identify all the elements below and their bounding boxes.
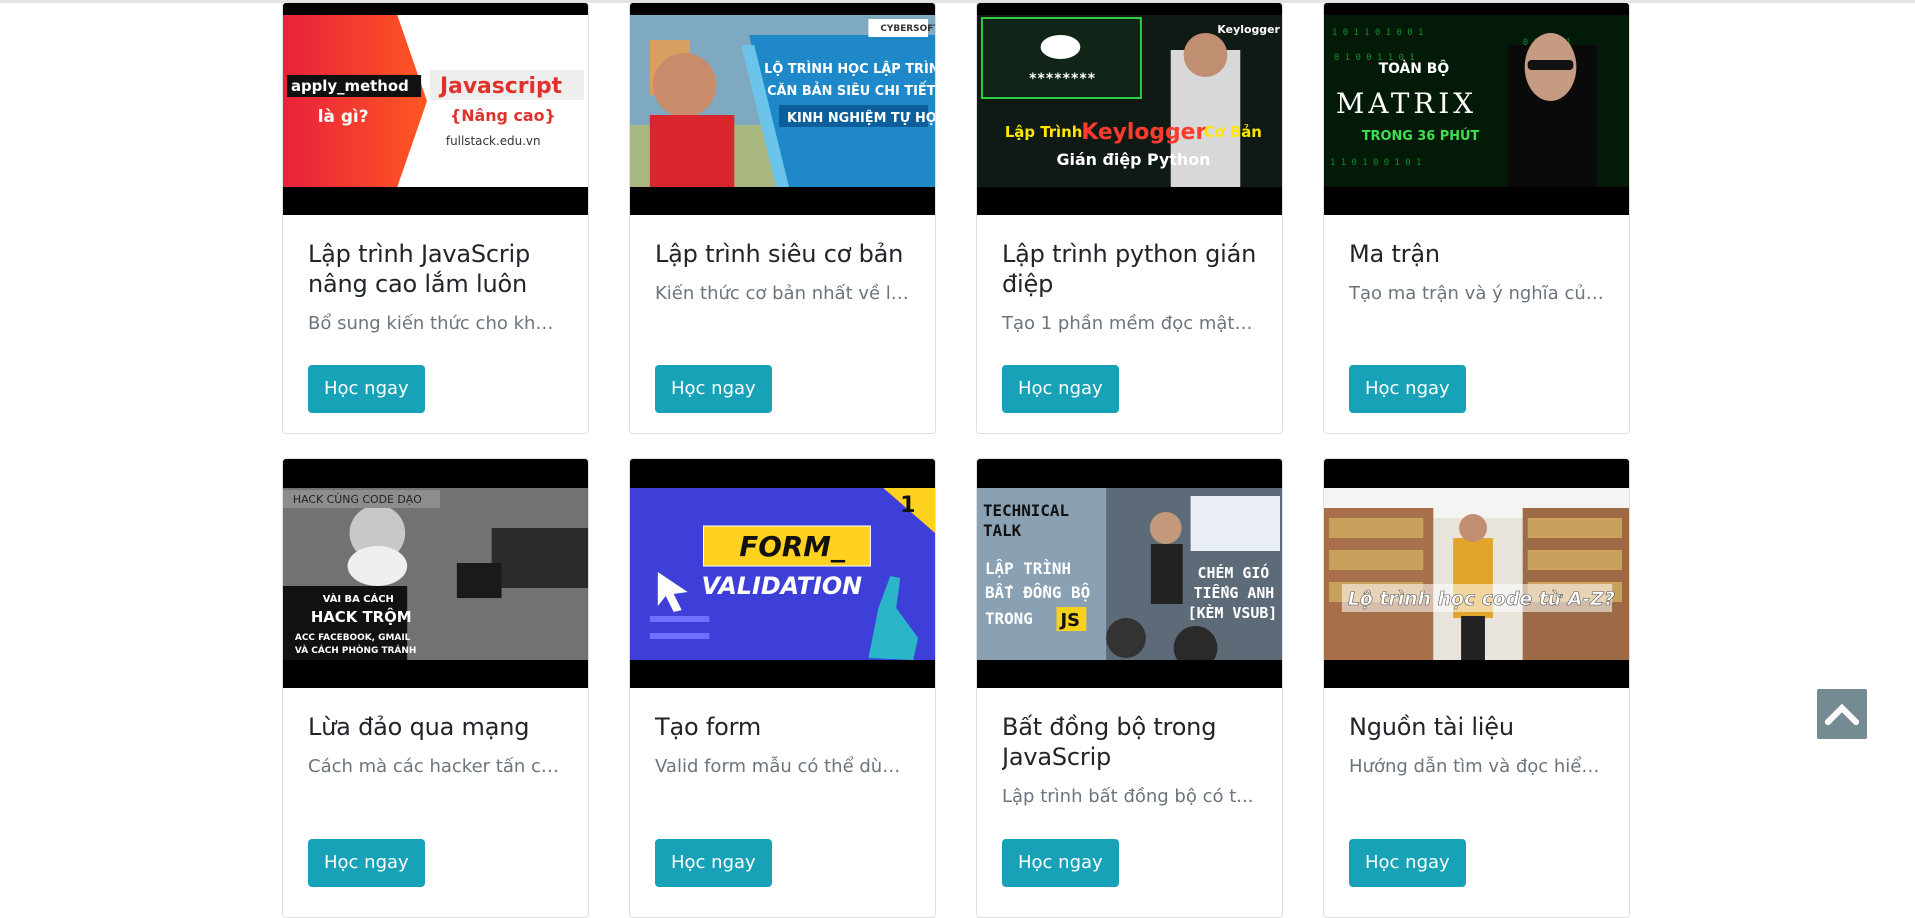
course-card: Lộ trình học code từ A-Z? Nguồn tài liệu… xyxy=(1323,458,1630,918)
thumb-text: FORM_ xyxy=(739,530,846,563)
thumb-text: VÀI BA CÁCH xyxy=(323,592,394,605)
course-description: Tạo ma trận và ý nghĩa của... xyxy=(1349,283,1604,304)
thumb-text: BẤT ĐỒNG BỘ xyxy=(985,582,1090,602)
course-title: Ma trận xyxy=(1349,240,1440,268)
course-thumbnail[interactable]: Lộ trình học code từ A-Z? xyxy=(1324,459,1629,688)
course-title: Bất đồng bộ trong JavaScrip xyxy=(1002,713,1217,771)
thumb-text: là gì? xyxy=(318,106,369,126)
thumb-text: Keylogger xyxy=(1217,23,1280,36)
course-title: Tạo form xyxy=(655,713,762,741)
thumb-text: Keylogger xyxy=(1081,120,1206,145)
thumb-text: CYBERSOFT xyxy=(880,24,935,34)
thumb-text: Cơ Bản xyxy=(1204,123,1262,141)
course-description: Valid form mẫu có thể dùn... xyxy=(655,756,910,777)
thumb-text: {Nâng cao} xyxy=(450,106,556,125)
course-thumbnail[interactable]: ******** Keylogger Lập Trình Keylogger C… xyxy=(977,3,1282,215)
thumb-text: VÀ CÁCH PHÒNG TRÁNH xyxy=(295,644,416,656)
course-thumbnail[interactable]: apply_method là gì? Javascript {Nâng cao… xyxy=(283,3,588,215)
learn-now-button[interactable]: Học ngay xyxy=(308,839,425,887)
course-card: 1 0 1 1 0 1 0 0 10 1 0 0 1 1 0 1 1 1 0 1… xyxy=(1323,2,1630,434)
thumb-text: fullstack.edu.vn xyxy=(446,134,541,148)
course-description: Bổ sung kiến thức cho khó... xyxy=(308,313,563,334)
thumb-text: LẬP TRÌNH xyxy=(985,558,1071,578)
learn-now-button[interactable]: Học ngay xyxy=(655,839,772,887)
course-title: Lập trình python gián điệp xyxy=(1002,240,1257,298)
course-thumbnail[interactable]: TECHNICAL TALK LẬP TRÌNH BẤT ĐỒNG BỘ TRO… xyxy=(977,459,1282,688)
learn-now-button[interactable]: Học ngay xyxy=(308,365,425,413)
course-title: Lập trình JavaScrip nâng cao lắm luôn xyxy=(308,240,531,298)
thumb-text: JS xyxy=(1059,610,1080,631)
learn-now-button[interactable]: Học ngay xyxy=(1349,839,1466,887)
course-card: TECHNICAL TALK LẬP TRÌNH BẤT ĐỒNG BỘ TRO… xyxy=(976,458,1283,918)
course-card: ******** Keylogger Lập Trình Keylogger C… xyxy=(976,2,1283,434)
thumb-text: [KÈM VSUB] xyxy=(1188,604,1278,622)
course-thumbnail[interactable]: CYBERSOFT LỘ TRÌNH HỌC LẬP TRÌNH CĂN BẢN… xyxy=(630,3,935,215)
thumb-text: Lập Trình xyxy=(1005,123,1083,141)
thumb-text: MATRIX xyxy=(1336,87,1477,120)
thumb-text: VALIDATION xyxy=(702,572,863,600)
course-card: apply_method là gì? Javascript {Nâng cao… xyxy=(282,2,589,434)
thumb-text: CHÉM GIÓ xyxy=(1198,564,1270,582)
thumb-text: Javascript xyxy=(438,74,562,99)
course-thumbnail[interactable]: 1 0 1 1 0 1 0 0 10 1 0 0 1 1 0 1 1 1 0 1… xyxy=(1324,3,1629,215)
learn-now-button[interactable]: Học ngay xyxy=(1002,839,1119,887)
thumb-text: HACK TRỘM xyxy=(311,608,412,626)
chevron-up-icon xyxy=(1825,703,1859,725)
thumb-text: TRONG 36 PHÚT xyxy=(1362,128,1480,144)
course-grid: apply_method là gì? Javascript {Nâng cao… xyxy=(0,0,1915,918)
course-card: HACK CÙNG CODE DẠO VÀI BA CÁCH HACK TRỘM… xyxy=(282,458,589,918)
thumb-text: CĂN BẢN SIÊU CHI TIẾT xyxy=(767,82,935,99)
learn-now-button[interactable]: Học ngay xyxy=(655,365,772,413)
course-thumbnail[interactable]: HACK CÙNG CODE DẠO VÀI BA CÁCH HACK TRỘM… xyxy=(283,459,588,688)
course-title: Nguồn tài liệu xyxy=(1349,713,1514,741)
thumb-text: TIẾNG ANH xyxy=(1194,584,1275,602)
course-description: Kiến thức cơ bản nhất về lậ... xyxy=(655,283,910,304)
thumb-text: TECHNICAL xyxy=(983,501,1069,520)
thumb-text: TOÀN BỘ xyxy=(1379,59,1450,77)
thumb-text: LỘ TRÌNH HỌC LẬP TRÌNH xyxy=(764,61,935,77)
scroll-to-top-button[interactable] xyxy=(1817,689,1867,739)
thumb-text: ACC FACEBOOK, GMAIL xyxy=(295,633,411,643)
thumb-text: 1 xyxy=(900,493,915,518)
thumb-text: Gián điệp Python xyxy=(1056,150,1210,169)
thumb-text: apply_method xyxy=(291,77,409,95)
svg-text:1 0 1 1 0 1 0 0 1: 1 0 1 1 0 1 0 0 1 xyxy=(1332,28,1423,38)
course-description: Lập trình bất đồng bộ có t... xyxy=(1002,786,1254,807)
course-thumbnail[interactable]: 1 FORM_ VALIDATION xyxy=(630,459,935,688)
course-description: Hướng dẫn tìm và đọc hiểu... xyxy=(1349,756,1604,777)
thumb-text: TALK xyxy=(983,521,1022,540)
thumb-text: HACK CÙNG CODE DẠO xyxy=(293,493,422,506)
course-description: Tạo 1 phần mềm đọc mật ... xyxy=(1002,313,1257,334)
course-description: Cách mà các hacker tấn cô... xyxy=(308,756,563,777)
thumb-text: TRONG xyxy=(985,609,1033,628)
learn-now-button[interactable]: Học ngay xyxy=(1002,365,1119,413)
thumb-text: ******** xyxy=(1029,71,1096,87)
svg-text:1 1 0 1 0 0 1 0 1: 1 1 0 1 0 0 1 0 1 xyxy=(1330,158,1421,168)
thumb-text: KINH NGHIỆM TỰ HỌC xyxy=(787,111,935,126)
course-title: Lừa đảo qua mạng xyxy=(308,713,530,741)
learn-now-button[interactable]: Học ngay xyxy=(1349,365,1466,413)
thumb-text: Lộ trình học code từ A-Z? xyxy=(1348,588,1615,610)
course-card: CYBERSOFT LỘ TRÌNH HỌC LẬP TRÌNH CĂN BẢN… xyxy=(629,2,936,434)
course-title: Lập trình siêu cơ bản xyxy=(655,240,904,268)
course-card: 1 FORM_ VALIDATION Tạo form Valid form m… xyxy=(629,458,936,918)
